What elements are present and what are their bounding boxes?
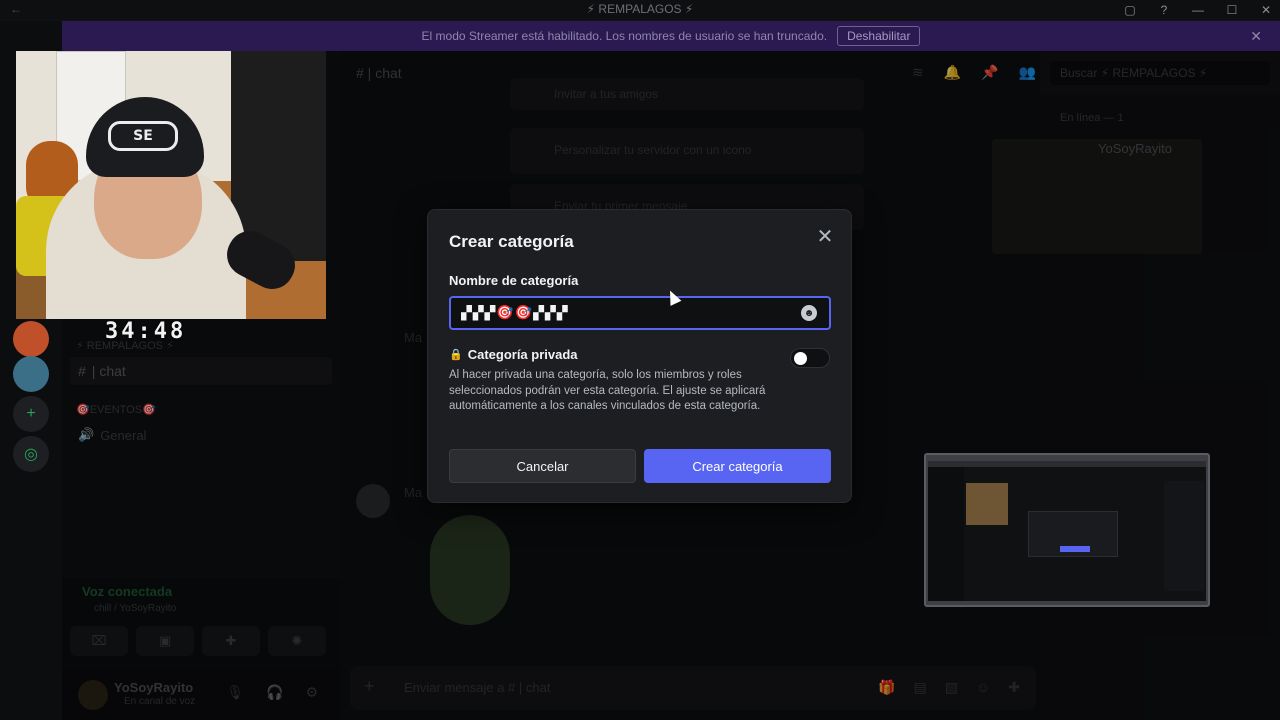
preview-webcam bbox=[966, 483, 1008, 525]
webcam-door bbox=[231, 51, 326, 261]
private-category-label: Categoría privada bbox=[467, 347, 578, 362]
discord-app: ← ⚡ REMPALAGOS ⚡ ▢ ? — ☐ ✕ + ◎ El modo S… bbox=[0, 0, 1280, 720]
private-category-row: 🔒 Categoría privada bbox=[449, 347, 578, 362]
server-icon[interactable] bbox=[13, 321, 49, 357]
disable-streamer-button[interactable]: Deshabilitar bbox=[837, 26, 921, 46]
preview-screen bbox=[928, 461, 1206, 601]
streamer-mode-banner: El modo Streamer está habilitado. Los no… bbox=[62, 21, 1280, 51]
preview-sidebar bbox=[928, 467, 964, 601]
minimize-button[interactable]: — bbox=[1190, 3, 1206, 17]
lock-icon: 🔒 bbox=[449, 349, 463, 361]
category-name-input[interactable] bbox=[451, 298, 791, 328]
maximize-button[interactable]: ☐ bbox=[1224, 3, 1240, 17]
window-controls: ▢ ? — ☐ ✕ bbox=[1122, 0, 1274, 20]
category-name-label: Nombre de categoría bbox=[449, 273, 579, 288]
cap-logo: SE bbox=[108, 121, 178, 151]
cancel-button[interactable]: Cancelar bbox=[449, 449, 636, 483]
stream-preview-thumbnail bbox=[924, 453, 1210, 607]
title-bar: ← ⚡ REMPALAGOS ⚡ ▢ ? — ☐ ✕ bbox=[0, 0, 1280, 20]
toggle-knob bbox=[794, 352, 807, 365]
window-title: ⚡ REMPALAGOS ⚡ bbox=[586, 2, 694, 16]
create-category-modal: Crear categoría ✕ Nombre de categoría ☻ … bbox=[427, 209, 852, 503]
inbox-icon[interactable]: ▢ bbox=[1122, 3, 1138, 17]
webcam-overlay: SE bbox=[16, 51, 326, 319]
help-icon[interactable]: ? bbox=[1156, 3, 1172, 17]
preview-titlebar bbox=[928, 461, 1206, 467]
modal-title: Crear categoría bbox=[449, 232, 574, 251]
close-icon[interactable]: ✕ bbox=[813, 224, 837, 248]
emoji-picker-icon[interactable]: ☻ bbox=[801, 305, 817, 321]
preview-button bbox=[1060, 546, 1090, 552]
create-category-button[interactable]: Crear categoría bbox=[644, 449, 831, 483]
server-icon[interactable] bbox=[13, 356, 49, 392]
preview-members bbox=[1164, 481, 1204, 591]
banner-text: El modo Streamer está habilitado. Los no… bbox=[421, 29, 828, 43]
explore-servers-icon[interactable]: ◎ bbox=[13, 436, 49, 472]
private-description: Al hacer privada una categoría, solo los… bbox=[449, 369, 766, 412]
add-server-icon[interactable]: + bbox=[13, 396, 49, 432]
private-toggle[interactable] bbox=[790, 348, 830, 368]
close-window-button[interactable]: ✕ bbox=[1258, 3, 1274, 17]
close-icon[interactable]: ✕ bbox=[1250, 28, 1262, 45]
stream-timer: 34:48 bbox=[105, 319, 187, 344]
category-name-field[interactable]: ☻ bbox=[449, 296, 831, 330]
